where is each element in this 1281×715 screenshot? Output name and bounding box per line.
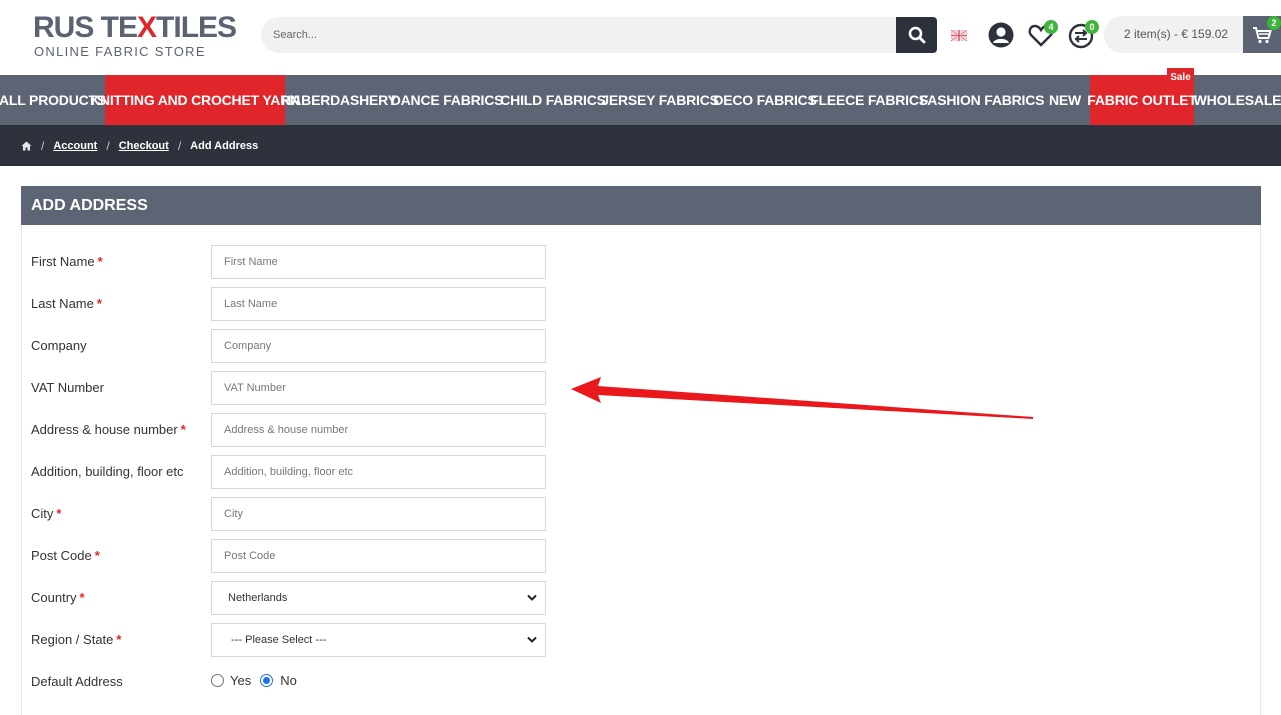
last-name-field[interactable] [211,287,546,321]
region-selected-value: --- Please Select --- [228,634,330,646]
breadcrumb-account-link[interactable]: Account [53,140,97,152]
addition-field[interactable] [211,455,546,489]
default-address-no-radio[interactable] [260,674,274,687]
breadcrumb-checkout-link[interactable]: Checkout [119,140,169,152]
annotation-arrow [571,377,1033,419]
page-title: ADD ADDRESS [21,186,1261,225]
form-row-default-address: Default Address Yes No [31,665,551,699]
logo-text-part1: RUS TE [33,11,138,44]
user-icon [988,22,1014,48]
vat-number-label: VAT Number [31,380,104,395]
search-bar [261,17,937,53]
form-row-last-name: Last Name * [31,287,551,321]
chevron-down-icon [527,594,537,601]
search-icon [908,26,925,44]
nav-item-knitting-yarn[interactable]: KNITTING AND CROCHET YARN [90,75,300,125]
form-row-address: Address & house number * [31,413,551,447]
default-address-label: Default Address [31,674,123,689]
nav-item-haberdashery[interactable]: HABERDASHERY [281,75,397,125]
logo-wordmark: RUS TEXTILES [33,11,237,44]
logo-scissors-x: X [137,11,157,44]
wishlist-button[interactable]: 4 [1027,20,1058,49]
home-icon[interactable] [21,141,32,151]
nav-item-new[interactable]: NEW [1041,75,1089,125]
vat-number-field[interactable] [211,371,546,405]
wishlist-count-badge: 4 [1044,20,1058,34]
addition-label: Addition, building, floor etc [31,464,184,479]
form-row-company: Company [31,329,551,363]
cart-button[interactable]: 2 item(s) - € 159.02 2 [1104,16,1281,53]
nav-item-fleece-fabrics[interactable]: FLEECE FABRICS [810,75,928,125]
post-code-field[interactable] [211,539,546,573]
form-row-vat-number: VAT Number [31,371,551,405]
region-label: Region / State * [31,632,122,647]
first-name-label: First Name * [31,254,103,269]
account-button[interactable] [987,21,1015,49]
breadcrumb-separator: / [41,138,45,153]
city-field[interactable] [211,497,546,531]
nav-item-child-fabrics[interactable]: CHILD FABRICS [500,75,606,125]
form-row-first-name: First Name * [31,245,551,279]
form-row-country: Country * Netherlands [31,581,551,615]
form-row-post-code: Post Code * [31,539,551,573]
compare-count-badge: 0 [1085,20,1099,34]
city-label: City * [31,506,62,521]
default-address-radio-group: Yes No [211,673,297,688]
last-name-label: Last Name * [31,296,102,311]
form-row-city: City * [31,497,551,531]
country-selected-value: Netherlands [228,592,288,604]
site-logo[interactable]: RUS TEXTILES ONLINE FABRIC STORE [33,12,237,62]
nav-item-wholesale[interactable]: WHOLESALE [1194,75,1281,125]
default-address-yes-label: Yes [230,673,252,688]
uk-flag-icon[interactable] [951,30,967,41]
compare-button[interactable]: 0 [1068,20,1099,49]
nav-item-dance-fabrics[interactable]: DANCE FABRICS [391,75,504,125]
cart-count-badge: 2 [1267,16,1281,30]
country-label: Country * [31,590,85,605]
address-field[interactable] [211,413,546,447]
default-address-yes-radio[interactable] [211,674,224,687]
search-button[interactable] [896,17,937,53]
chevron-down-icon [527,636,537,643]
breadcrumb-separator: / [106,138,110,153]
cart-summary: 2 item(s) - € 159.02 [1124,27,1229,41]
post-code-label: Post Code * [31,548,100,563]
breadcrumb-separator: / [177,138,182,153]
logo-tagline: ONLINE FABRIC STORE [34,44,206,59]
nav-item-fashion-fabrics[interactable]: FASHION FABRICS [920,75,1045,125]
cart-icon-button[interactable]: 2 [1243,16,1281,53]
form-row-region: Region / State * --- Please Select --- [31,623,551,657]
first-name-field[interactable] [211,245,546,279]
country-select[interactable]: Netherlands [211,581,546,615]
breadcrumb: / Account / Checkout / Add Address [0,125,1281,166]
breadcrumb-current: Add Address [190,139,259,152]
region-select[interactable]: --- Please Select --- [211,623,546,657]
company-field[interactable] [211,329,546,363]
company-label: Company [31,338,87,353]
main-nav: ALL PRODUCTS KNITTING AND CROCHET YARN H… [0,75,1281,125]
form-row-addition: Addition, building, floor etc [31,455,551,489]
address-label: Address & house number * [31,422,186,437]
site-header: RUS TEXTILES ONLINE FABRIC STORE 4 0 2 i… [0,0,1281,75]
search-input[interactable] [273,17,893,53]
default-address-no-label: No [280,673,297,688]
nav-item-deco-fabrics[interactable]: DECO FABRICS [713,75,817,125]
logo-text-part2: TILES [156,11,237,44]
sale-tag: Sale [1167,68,1194,86]
nav-item-jersey-fabrics[interactable]: JERSEY FABRICS [601,75,719,125]
